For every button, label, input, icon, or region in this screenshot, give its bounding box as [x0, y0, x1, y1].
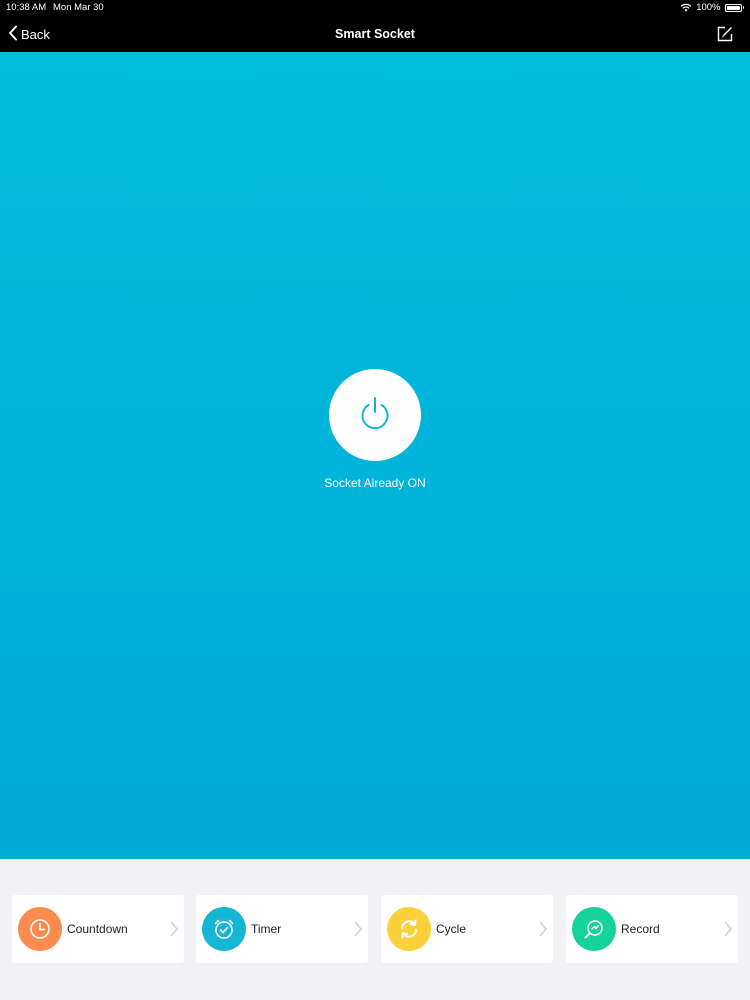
timer-card[interactable]: Timer: [196, 895, 368, 963]
countdown-label: Countdown: [67, 922, 128, 936]
cycle-label: Cycle: [436, 922, 467, 936]
chevron-right-icon: [723, 920, 733, 938]
cycle-card[interactable]: Cycle: [381, 895, 553, 963]
power-toggle-button[interactable]: [329, 369, 421, 461]
clock-icon: [18, 907, 62, 951]
status-indicators: 100%: [680, 0, 744, 15]
power-icon: [358, 395, 392, 436]
chevron-right-icon: [353, 920, 363, 938]
record-label: Record: [621, 922, 660, 936]
wifi-icon: [680, 3, 692, 12]
countdown-card[interactable]: Countdown: [12, 895, 184, 963]
alarm-clock-icon: [202, 907, 246, 951]
battery-percent: 100%: [696, 2, 721, 13]
battery-icon: [724, 3, 742, 12]
chevron-left-icon: [8, 25, 18, 44]
edit-button[interactable]: [716, 25, 734, 43]
feature-cards: Countdown Timer Cycle Record: [12, 895, 738, 963]
chevron-right-icon: [169, 920, 179, 938]
back-label: Back: [21, 26, 50, 42]
back-button[interactable]: Back: [8, 16, 50, 52]
status-bar: 10:38 AM Mon Mar 30 100%: [0, 0, 750, 16]
status-date: Mon Mar 30: [53, 2, 104, 13]
record-search-icon: [572, 907, 616, 951]
battery-cap: [742, 6, 744, 9]
cycle-arrows-icon: [387, 907, 431, 951]
socket-status-text: Socket Already ON: [324, 476, 426, 490]
record-card[interactable]: Record: [566, 895, 738, 963]
chevron-right-icon: [538, 920, 548, 938]
timer-label: Timer: [251, 922, 282, 936]
app-screen: 10:38 AM Mon Mar 30 100% Smart Socket Ba…: [0, 0, 750, 1000]
edit-icon: [716, 26, 734, 47]
navigation-bar: Smart Socket Back: [0, 16, 750, 52]
page-title: Smart Socket: [335, 27, 415, 41]
socket-control-area: Socket Already ON: [0, 52, 750, 859]
status-time: 10:38 AM: [6, 2, 47, 13]
